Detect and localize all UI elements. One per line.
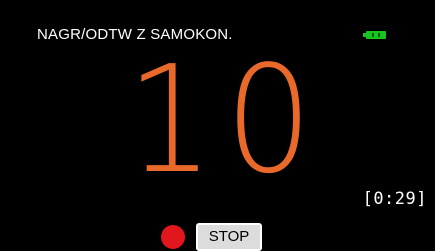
stop-button[interactable]: STOP [196, 223, 262, 251]
battery-segment [378, 33, 380, 37]
battery-segment [372, 33, 374, 37]
remaining-time: [0:29] [362, 189, 427, 209]
battery-full-icon [363, 31, 386, 39]
record-dot-icon [161, 225, 185, 249]
camera-screen: NAGR/ODTW Z SAMOKON. 10 [0:29] STOP [0, 0, 435, 251]
countdown-number: 10 [126, 34, 324, 206]
